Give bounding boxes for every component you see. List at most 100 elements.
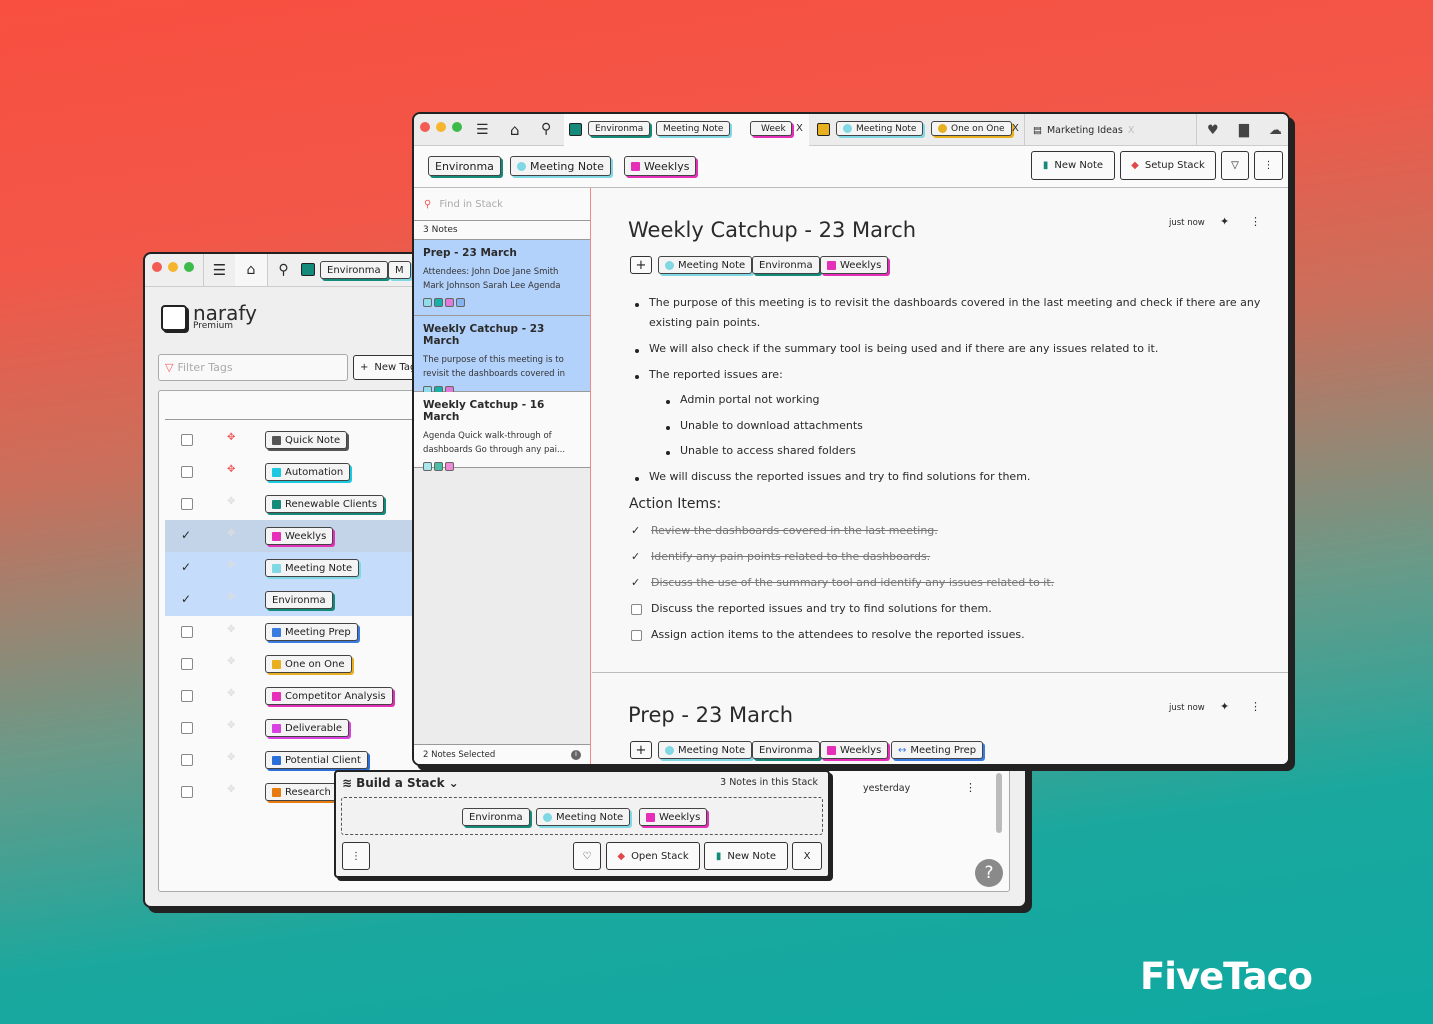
- stack-tag[interactable]: Weeklys: [624, 156, 697, 176]
- row-checkbox[interactable]: [181, 754, 193, 766]
- more-icon[interactable]: ⋮: [965, 781, 976, 794]
- tab-tag[interactable]: Meeting Note: [836, 121, 924, 136]
- tag-chip[interactable]: Renewable Clients: [265, 495, 385, 513]
- tag-chip[interactable]: Meeting Prep: [265, 623, 358, 641]
- bullet-text[interactable]: The purpose of this meeting is to revisi…: [649, 296, 1260, 309]
- pin-icon[interactable]: ✥: [227, 592, 235, 603]
- find-in-stack-input[interactable]: ⚲ Find in Stack: [414, 188, 590, 221]
- help-button[interactable]: ?: [975, 859, 1003, 887]
- stack-tag[interactable]: Weeklys: [639, 808, 708, 826]
- pin-icon[interactable]: ✥: [227, 560, 235, 571]
- note-tag[interactable]: Meeting Note: [658, 256, 753, 274]
- archive-icon[interactable]: ▇: [1239, 123, 1249, 138]
- row-checkbox[interactable]: [181, 658, 193, 670]
- filter-tags-input[interactable]: ▽ Filter Tags: [158, 354, 348, 381]
- tab-active[interactable]: Environma Meeting Note Week X: [564, 114, 809, 146]
- check-icon[interactable]: ✓: [181, 592, 191, 606]
- action-item-text[interactable]: Review the dashboards covered in the las…: [651, 524, 938, 537]
- row-checkbox[interactable]: [181, 722, 193, 734]
- tag-chip[interactable]: Potential Client: [265, 751, 368, 769]
- search-icon[interactable]: ⚲: [541, 121, 551, 137]
- action-checkbox[interactable]: [631, 604, 642, 615]
- tag-chip[interactable]: Meeting Note: [265, 559, 360, 577]
- menu-icon[interactable]: ☰: [476, 122, 489, 138]
- window-controls[interactable]: [152, 262, 194, 272]
- ai-sparkle-icon[interactable]: ✦: [1220, 700, 1229, 713]
- favorite-button[interactable]: ♡: [573, 842, 601, 870]
- note-tag[interactable]: Meeting Note: [658, 741, 753, 759]
- row-checkbox[interactable]: [181, 786, 193, 798]
- stack-tag[interactable]: Environma: [462, 808, 530, 826]
- row-checkbox[interactable]: [181, 498, 193, 510]
- check-icon[interactable]: ✓: [181, 560, 191, 574]
- note-tag[interactable]: Environma: [752, 741, 820, 759]
- cloud-icon[interactable]: ☁: [1269, 123, 1282, 138]
- close-tab-icon[interactable]: X: [796, 123, 803, 134]
- bullet-text[interactable]: Unable to access shared folders: [680, 444, 856, 457]
- home-icon[interactable]: ⌂: [235, 254, 267, 286]
- row-checkbox[interactable]: [181, 466, 193, 478]
- menu-icon[interactable]: ☰: [203, 254, 235, 286]
- pin-icon[interactable]: ✥: [227, 656, 235, 667]
- pin-icon[interactable]: ✥: [227, 624, 235, 635]
- action-item-text[interactable]: Identify any pain points related to the …: [651, 550, 930, 563]
- pin-icon[interactable]: ✥: [227, 752, 235, 763]
- info-icon[interactable]: i: [571, 750, 581, 760]
- bullet-text[interactable]: The reported issues are:: [649, 368, 783, 381]
- action-item-text[interactable]: Discuss the reported issues and try to f…: [651, 602, 992, 615]
- tag-chip[interactable]: Research: [265, 783, 338, 801]
- search-icon[interactable]: ⚲: [267, 254, 299, 286]
- tab-marketing-ideas[interactable]: ▤ Marketing Ideas X: [1024, 114, 1196, 146]
- bullet-text[interactable]: existing pain points.: [649, 316, 760, 329]
- add-tag-button[interactable]: +: [630, 741, 652, 759]
- tag-chip[interactable]: Competitor Analysis: [265, 687, 393, 705]
- pin-icon[interactable]: ✥: [227, 496, 235, 507]
- new-note-button[interactable]: ▮ New Note: [704, 842, 788, 870]
- note-tag[interactable]: ↔ Meeting Prep: [891, 741, 984, 759]
- stack-tag[interactable]: Meeting Note: [510, 156, 611, 176]
- tag-chip[interactable]: Automation: [265, 463, 351, 481]
- note-list-item[interactable]: Weekly Catchup - 23 March The purpose of …: [414, 316, 590, 395]
- build-stack-dropdown[interactable]: ≋ Build a Stack ⌄: [342, 776, 459, 790]
- heart-icon[interactable]: ♥: [1207, 123, 1219, 138]
- pin-icon[interactable]: ✥: [227, 464, 235, 475]
- setup-stack-button[interactable]: ◆ Setup Stack: [1120, 151, 1216, 180]
- check-icon[interactable]: ✓: [631, 550, 640, 563]
- open-stack-button[interactable]: ◆ Open Stack: [606, 842, 700, 870]
- row-checkbox[interactable]: [181, 434, 193, 446]
- tab-tag[interactable]: M: [388, 261, 411, 279]
- pin-icon[interactable]: ✥: [227, 432, 235, 443]
- tab-tag[interactable]: One on One: [931, 121, 1012, 136]
- note-tag[interactable]: Weeklys: [820, 741, 889, 759]
- bullet-text[interactable]: We will discuss the reported issues and …: [649, 470, 1030, 483]
- scrollbar[interactable]: [996, 773, 1002, 833]
- close-button[interactable]: X: [792, 842, 822, 870]
- note-list-item[interactable]: Weekly Catchup - 16 March Agenda Quick wa…: [414, 392, 590, 471]
- check-icon[interactable]: ✓: [631, 524, 640, 537]
- bullet-text[interactable]: Admin portal not working: [680, 393, 820, 406]
- window-controls[interactable]: [420, 122, 462, 132]
- row-checkbox[interactable]: [181, 690, 193, 702]
- close-tab-icon[interactable]: X: [1128, 125, 1135, 136]
- note-list-item[interactable]: Prep - 23 March Attendees: John Doe Jane …: [414, 240, 590, 316]
- close-tab-icon[interactable]: X: [1012, 123, 1019, 134]
- pin-icon[interactable]: ✥: [227, 528, 235, 539]
- stack-drop-zone[interactable]: Environma Meeting Note Weeklys: [341, 797, 823, 835]
- tab-tag[interactable]: Environma: [320, 261, 388, 279]
- check-icon[interactable]: ✓: [181, 528, 191, 542]
- tag-chip[interactable]: Quick Note: [265, 431, 348, 449]
- note-title[interactable]: Weekly Catchup - 23 March: [628, 218, 916, 242]
- pin-icon[interactable]: ✥: [227, 688, 235, 699]
- check-icon[interactable]: ✓: [631, 576, 640, 589]
- note-title[interactable]: Prep - 23 March: [628, 703, 793, 727]
- more-button[interactable]: ⋮: [1254, 151, 1283, 180]
- stack-tag[interactable]: Meeting Note: [536, 808, 631, 826]
- more-icon[interactable]: ⋮: [1250, 700, 1261, 713]
- pin-icon[interactable]: ✥: [227, 720, 235, 731]
- bullet-text[interactable]: We will also check if the summary tool i…: [649, 342, 1158, 355]
- action-checkbox[interactable]: [631, 630, 642, 641]
- action-item-text[interactable]: Discuss the use of the summary tool and …: [651, 576, 1054, 589]
- more-button[interactable]: ⋮: [342, 842, 370, 870]
- tag-chip[interactable]: Deliverable: [265, 719, 349, 737]
- stack-tag[interactable]: Environma: [428, 156, 501, 176]
